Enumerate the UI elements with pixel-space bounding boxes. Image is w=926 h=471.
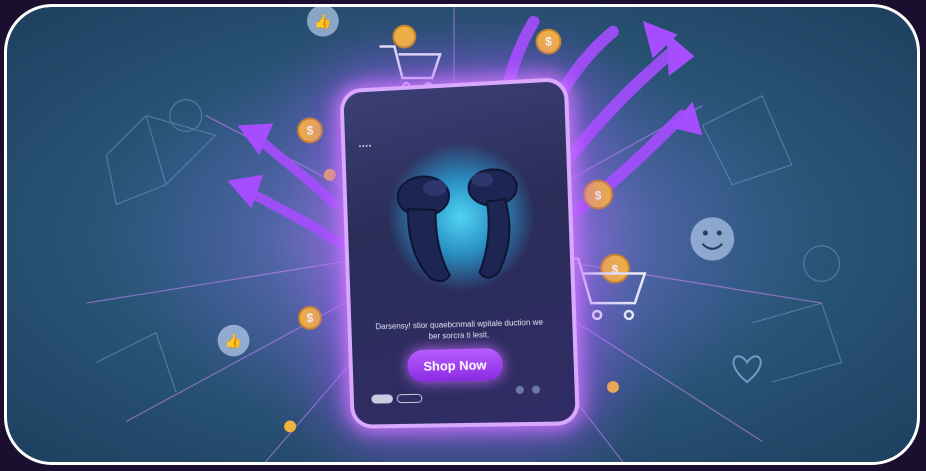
svg-text:👍: 👍 [314,13,331,30]
tablet-ad-card: •••• Darsensy! stior quaebcnmali wpitale… [343,81,576,425]
svg-text:$: $ [307,123,314,137]
svg-text:$: $ [307,311,314,325]
shop-now-button[interactable]: Shop Now [406,347,504,383]
ad-description: Darsensy! stior quaebcnmali wpitale duct… [375,317,544,341]
pager-indicator [396,393,423,404]
heart-icon [732,355,762,384]
smiley-icon [690,217,735,261]
pager-dot [515,385,524,394]
svg-text:$: $ [545,35,552,49]
ad-banner-frame: $ $ $ $ $ 👍 👍 •••• Darsensy! stior quaeb… [4,4,920,465]
svg-text:$: $ [595,188,602,202]
pager-dot [531,385,541,394]
status-indicator: •••• [358,143,373,151]
earbuds-product-image [365,152,559,299]
svg-text:👍: 👍 [225,333,242,350]
pager-indicator-active [371,394,394,404]
arrow-icon [666,32,695,77]
